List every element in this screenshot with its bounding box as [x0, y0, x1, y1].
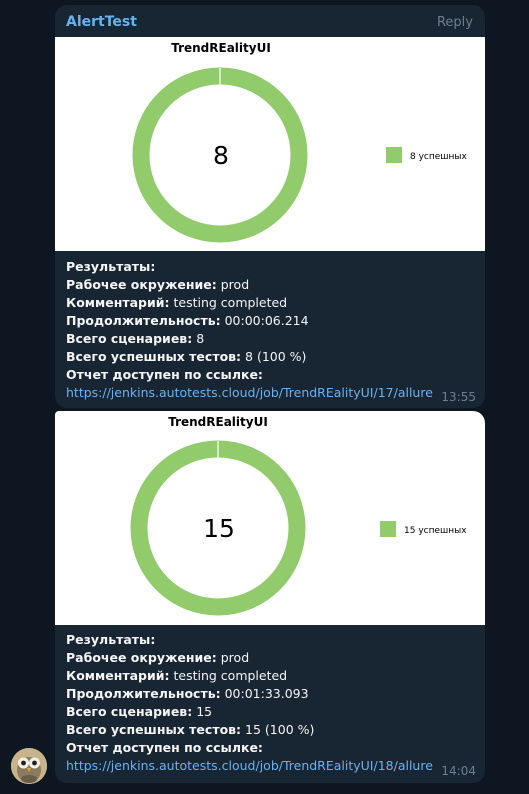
passed-value: 8 (100 %): [245, 349, 307, 364]
results-label: Результаты:: [66, 632, 156, 647]
duration-label: Продолжительность:: [66, 313, 221, 328]
owl-avatar-icon: [11, 748, 47, 784]
message-text: Результаты: Рабочее окружение: prod Комм…: [66, 258, 433, 402]
message-bubble[interactable]: AlertTest Reply TrendREalityUI 8 8 успеш…: [55, 5, 485, 408]
report-link[interactable]: https://jenkins.autotests.cloud/job/Tren…: [66, 385, 433, 400]
donut-chart: TrendREalityUI 15 15 успешных: [130, 415, 467, 616]
chart-image[interactable]: TrendREalityUI 15 15 успешных: [55, 411, 485, 625]
passed-value: 15 (100 %): [245, 722, 315, 737]
chart-title: TrendREalityUI: [171, 41, 271, 55]
passed-label: Всего успешных тестов:: [66, 722, 242, 737]
message-bubble[interactable]: TrendREalityUI 15 15 успешных Результаты…: [55, 411, 485, 783]
passed-label: Всего успешных тестов:: [66, 349, 242, 364]
sender-name[interactable]: AlertTest: [66, 14, 137, 30]
legend-label: 15 успешных: [404, 526, 467, 536]
message-time: 14:04: [441, 764, 476, 778]
duration-label: Продолжительность:: [66, 686, 221, 701]
message-time: 13:55: [441, 390, 476, 404]
avatar[interactable]: [11, 748, 47, 784]
chart-center-value: 15: [203, 514, 235, 543]
env-value: prod: [220, 277, 250, 292]
report-link[interactable]: https://jenkins.autotests.cloud/job/Tren…: [66, 758, 433, 773]
chart-image[interactable]: TrendREalityUI 8 8 успешных: [55, 37, 485, 251]
results-label: Результаты:: [66, 259, 156, 274]
duration-value: 00:01:33.093: [224, 686, 309, 701]
chart-center-value: 8: [213, 141, 229, 170]
scenarios-label: Всего сценариев:: [66, 704, 193, 719]
report-label: Отчет доступен по ссылке:: [66, 367, 263, 382]
scenarios-value: 8: [196, 331, 205, 346]
duration-value: 00:00:06.214: [224, 313, 309, 328]
comment-value: testing completed: [173, 668, 288, 683]
comment-value: testing completed: [173, 295, 288, 310]
comment-label: Комментарий:: [66, 668, 170, 683]
report-label: Отчет доступен по ссылке:: [66, 740, 263, 755]
message-text: Результаты: Рабочее окружение: prod Комм…: [66, 631, 433, 775]
chart-title: TrendREalityUI: [168, 415, 268, 429]
legend-label: 8 успешных: [410, 152, 468, 162]
legend-swatch: [386, 147, 402, 163]
donut-chart: TrendREalityUI 8 8 успешных: [132, 41, 468, 243]
env-value: prod: [220, 650, 250, 665]
env-label: Рабочее окружение:: [66, 277, 217, 292]
scenarios-value: 15: [196, 704, 213, 719]
legend-swatch: [380, 521, 396, 537]
scenarios-label: Всего сценариев:: [66, 331, 193, 346]
env-label: Рабочее окружение:: [66, 650, 217, 665]
comment-label: Комментарий:: [66, 295, 170, 310]
reply-button[interactable]: Reply: [437, 15, 473, 30]
